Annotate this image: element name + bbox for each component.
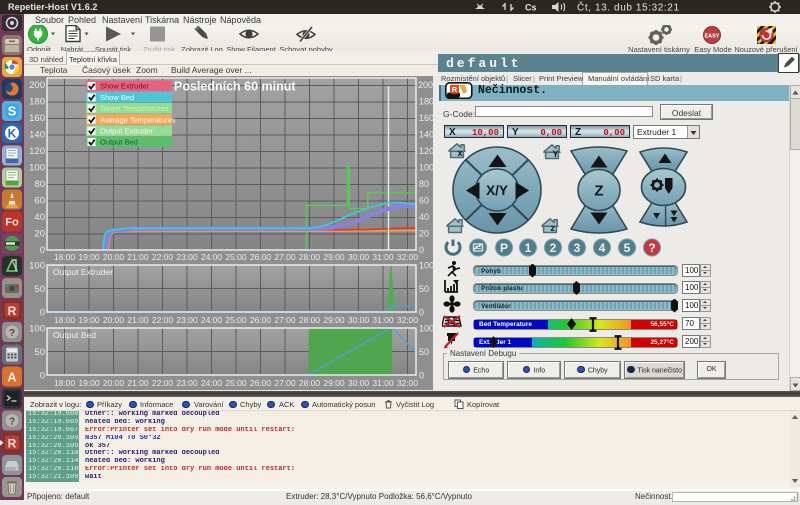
svg-text:Average Temperatures: Average Temperatures — [100, 115, 176, 124]
svg-text:Čt, 13. dub 15:32:21: Čt, 13. dub 15:32:21 — [577, 1, 680, 14]
svg-text:20: 20 — [34, 229, 45, 240]
svg-text:?: ? — [9, 416, 15, 427]
svg-text:0: 0 — [419, 245, 424, 255]
svg-text:0: 0 — [40, 371, 45, 382]
svg-text:A: A — [7, 370, 17, 385]
svg-text:200: 200 — [418, 80, 433, 90]
svg-text:Output Extruder: Output Extruder — [53, 267, 113, 277]
svg-text:Output Bed: Output Bed — [53, 330, 96, 340]
svg-text:120: 120 — [419, 146, 434, 156]
svg-text:60: 60 — [34, 196, 45, 207]
svg-text:?: ? — [9, 328, 15, 339]
svg-text:40: 40 — [34, 212, 45, 223]
svg-text:28:00: 28:00 — [299, 252, 321, 262]
svg-text:Fo: Fo — [5, 217, 19, 229]
svg-text:160: 160 — [29, 113, 45, 124]
svg-text:R: R — [8, 437, 17, 451]
svg-text:Output Extruder: Output Extruder — [100, 127, 153, 136]
svg-text:24:00: 24:00 — [201, 252, 223, 262]
svg-text:27:00: 27:00 — [274, 252, 296, 262]
svg-text:200: 200 — [29, 80, 45, 91]
svg-text:R: R — [8, 304, 17, 318]
svg-text:Output Bed: Output Bed — [100, 138, 138, 147]
svg-text:Show Extruder: Show Extruder — [100, 82, 150, 91]
svg-text:140: 140 — [29, 130, 45, 141]
svg-text:Cs: Cs — [525, 3, 537, 13]
svg-text:0: 0 — [419, 308, 424, 318]
svg-text:20: 20 — [419, 229, 429, 239]
svg-text:100: 100 — [419, 261, 434, 271]
svg-text:0: 0 — [40, 308, 45, 319]
svg-text:180: 180 — [419, 97, 434, 107]
svg-text:100: 100 — [29, 324, 45, 335]
svg-text:18:00: 18:00 — [54, 252, 76, 262]
svg-text:23:00: 23:00 — [176, 252, 198, 262]
svg-text:50: 50 — [419, 284, 429, 294]
svg-text:160: 160 — [419, 113, 434, 123]
svg-text:60: 60 — [419, 196, 429, 206]
svg-text:40: 40 — [419, 212, 429, 222]
svg-text:120: 120 — [29, 146, 45, 157]
svg-text:180: 180 — [29, 97, 45, 108]
svg-text:100: 100 — [29, 261, 45, 272]
svg-text:0: 0 — [419, 371, 424, 381]
svg-text:80: 80 — [419, 179, 429, 189]
svg-text:21:00: 21:00 — [127, 252, 149, 262]
svg-text:80: 80 — [34, 179, 45, 190]
svg-text:50: 50 — [419, 347, 429, 357]
svg-text:0: 0 — [40, 245, 45, 256]
svg-text:26:00: 26:00 — [250, 252, 272, 262]
svg-text:32:00: 32:00 — [397, 252, 419, 262]
svg-text:50: 50 — [34, 347, 45, 358]
svg-text:31:00: 31:00 — [372, 252, 394, 262]
svg-text:50: 50 — [34, 284, 45, 295]
svg-text:30:00: 30:00 — [348, 252, 370, 262]
svg-text:19:00: 19:00 — [78, 252, 100, 262]
svg-text:K: K — [8, 127, 17, 141]
svg-text:29:00: 29:00 — [323, 252, 345, 262]
svg-text:Target Temperatures: Target Temperatures — [100, 104, 169, 113]
svg-text:EASY: EASY — [705, 34, 720, 40]
svg-text:Show Bed: Show Bed — [100, 93, 134, 102]
svg-text:140: 140 — [419, 130, 434, 140]
svg-text:S: S — [8, 104, 17, 119]
svg-text:100: 100 — [419, 324, 434, 334]
svg-text:20:00: 20:00 — [103, 252, 125, 262]
svg-text:100: 100 — [29, 163, 45, 174]
svg-text:22:00: 22:00 — [152, 252, 174, 262]
svg-text:25:00: 25:00 — [225, 252, 247, 262]
svg-text:Posledních 60 minut: Posledních 60 minut — [174, 80, 296, 94]
svg-text:100: 100 — [419, 163, 434, 173]
